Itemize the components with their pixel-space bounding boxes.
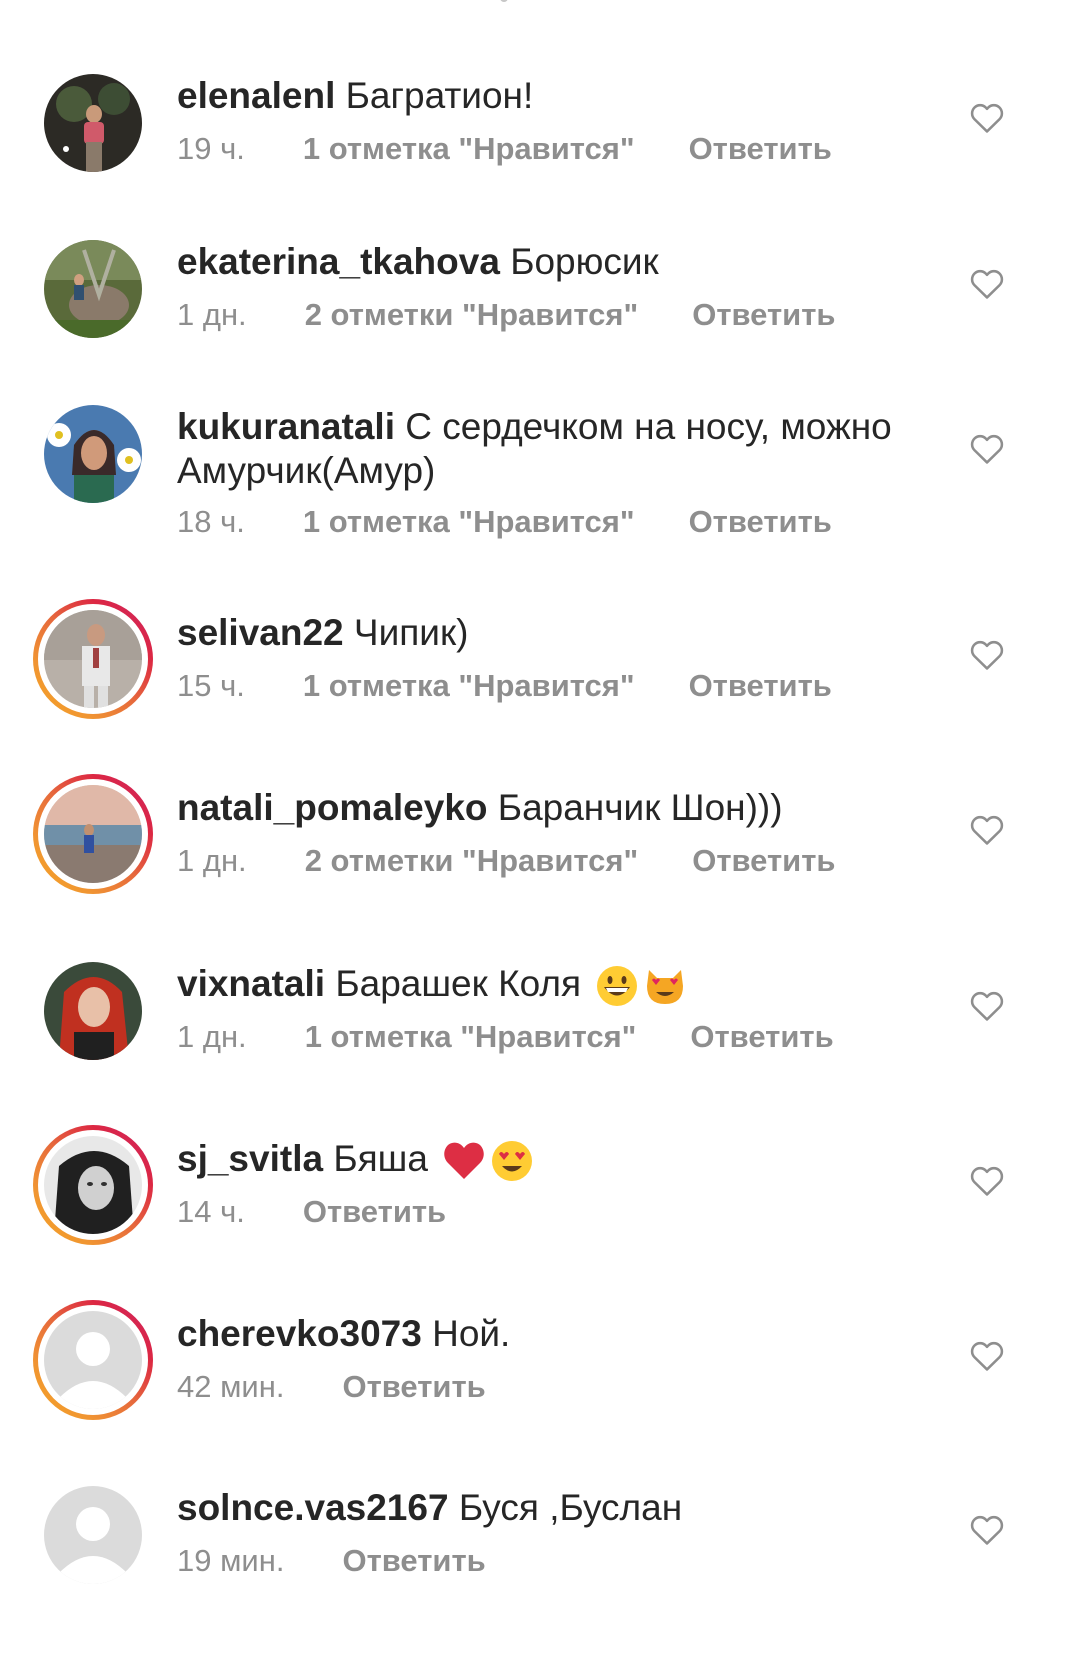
reply-button[interactable]: Ответить	[342, 1543, 485, 1579]
comment-text: Барашек Коля	[335, 963, 582, 1004]
heart-outline-icon[interactable]	[970, 102, 1004, 134]
heart-eyes-emoji	[490, 1139, 534, 1183]
comment-meta: 14 ч. Ответить	[177, 1194, 446, 1230]
avatar[interactable]	[44, 962, 142, 1060]
comment-body: sj_svitla Бяша	[177, 1137, 927, 1183]
comment-time: 19 ч.	[177, 131, 245, 166]
top-scroll-marker	[500, 0, 508, 2]
grinning-face-emoji	[595, 964, 639, 1008]
reply-button[interactable]: Ответить	[690, 1019, 833, 1055]
likes-count-link[interactable]: 1 отметка "Нравится"	[305, 1019, 637, 1055]
username[interactable]: ekaterina_tkahova	[177, 241, 500, 282]
avatar-photo	[44, 240, 142, 338]
comment-text: Баранчик Шон)))	[497, 787, 783, 828]
username[interactable]: solnce.vas2167	[177, 1487, 449, 1528]
comment-body: ekaterina_tkahova Борюсик	[177, 240, 927, 284]
comment-body: selivan22 Чипик)	[177, 611, 927, 655]
username[interactable]: kukuranatali	[177, 406, 395, 447]
heart-outline-icon[interactable]	[970, 1165, 1004, 1197]
heart-outline-icon[interactable]	[970, 814, 1004, 846]
comment-meta: 18 ч. 1 отметка "Нравится" Ответить	[177, 504, 832, 540]
comment-body: elenalenl Багратион!	[177, 74, 927, 118]
likes-count-link[interactable]: 2 отметки "Нравится"	[305, 843, 639, 879]
comment-text: Багратион!	[345, 75, 534, 116]
comment-text: Борюсик	[510, 241, 659, 282]
comment-meta: 42 мин. Ответить	[177, 1369, 486, 1405]
comment-meta: 15 ч. 1 отметка "Нравится" Ответить	[177, 668, 832, 704]
comment-body: kukuranatali С сердечком на носу, можно …	[177, 405, 927, 493]
comment-body: solnce.vas2167 Буся ,Буслан	[177, 1486, 927, 1530]
username[interactable]: cherevko3073	[177, 1313, 422, 1354]
likes-count-link[interactable]: 1 отметка "Нравится"	[303, 131, 635, 167]
comment-meta: 19 мин. Ответить	[177, 1543, 486, 1579]
heart-outline-icon[interactable]	[970, 990, 1004, 1022]
comment-meta: 1 дн. 2 отметки "Нравится" Ответить	[177, 843, 835, 879]
avatar-photo	[44, 405, 142, 503]
heart-outline-icon[interactable]	[970, 639, 1004, 671]
likes-count-link[interactable]: 2 отметки "Нравится"	[305, 297, 639, 333]
comment-time: 42 мин.	[177, 1369, 285, 1404]
comment-text: Бяша	[333, 1138, 428, 1179]
reply-button[interactable]: Ответить	[689, 504, 832, 540]
avatar-photo	[44, 962, 142, 1060]
heart-outline-icon[interactable]	[970, 1514, 1004, 1546]
reply-button[interactable]: Ответить	[692, 843, 835, 879]
comment-text: Чипик)	[353, 612, 469, 653]
heart-eyes-cat-emoji	[643, 964, 687, 1008]
username[interactable]: sj_svitla	[177, 1138, 323, 1179]
likes-count-link[interactable]: 1 отметка "Нравится"	[303, 668, 635, 704]
comment-time: 15 ч.	[177, 668, 245, 703]
comment-text: Буся ,Буслан	[458, 1487, 683, 1528]
heart-outline-icon[interactable]	[970, 433, 1004, 465]
avatar-story-ring[interactable]	[33, 774, 153, 894]
reply-button[interactable]: Ответить	[689, 668, 832, 704]
avatar-photo	[44, 1136, 142, 1234]
reply-button[interactable]: Ответить	[692, 297, 835, 333]
reply-button[interactable]: Ответить	[342, 1369, 485, 1405]
red-heart-emoji	[442, 1139, 486, 1183]
comment-time: 1 дн.	[177, 1019, 247, 1054]
heart-outline-icon[interactable]	[970, 268, 1004, 300]
heart-outline-icon[interactable]	[970, 1340, 1004, 1372]
default-user-icon	[44, 1486, 142, 1584]
comment-body: vixnatali Барашек Коля	[177, 962, 927, 1008]
avatar[interactable]	[44, 74, 142, 172]
likes-count-link[interactable]: 1 отметка "Нравится"	[303, 504, 635, 540]
username[interactable]: selivan22	[177, 612, 344, 653]
comment-text: Ной.	[432, 1313, 511, 1354]
comment-meta: 19 ч. 1 отметка "Нравится" Ответить	[177, 131, 832, 167]
comment-time: 19 мин.	[177, 1543, 285, 1578]
comment-time: 1 дн.	[177, 843, 247, 878]
comment-meta: 1 дн. 1 отметка "Нравится" Ответить	[177, 1019, 834, 1055]
reply-button[interactable]: Ответить	[303, 1194, 446, 1230]
comment-time: 1 дн.	[177, 297, 247, 332]
comment-body: cherevko3073 Ной.	[177, 1312, 927, 1356]
default-user-icon	[44, 1311, 142, 1409]
avatar-story-ring[interactable]	[33, 1300, 153, 1420]
avatar-story-ring[interactable]	[33, 599, 153, 719]
comment-body: natali_pomaleyko Баранчик Шон)))	[177, 786, 927, 830]
avatar[interactable]	[44, 1486, 142, 1584]
avatar-story-ring[interactable]	[33, 1125, 153, 1245]
comment-meta: 1 дн. 2 отметки "Нравится" Ответить	[177, 297, 835, 333]
comment-time: 18 ч.	[177, 504, 245, 539]
avatar-photo	[44, 74, 142, 172]
username[interactable]: natali_pomaleyko	[177, 787, 488, 828]
avatar[interactable]	[44, 405, 142, 503]
username[interactable]: vixnatali	[177, 963, 325, 1004]
comment-time: 14 ч.	[177, 1194, 245, 1229]
avatar-photo	[44, 785, 142, 883]
reply-button[interactable]: Ответить	[689, 131, 832, 167]
avatar-photo	[44, 610, 142, 708]
avatar[interactable]	[44, 240, 142, 338]
username[interactable]: elenalenl	[177, 75, 335, 116]
